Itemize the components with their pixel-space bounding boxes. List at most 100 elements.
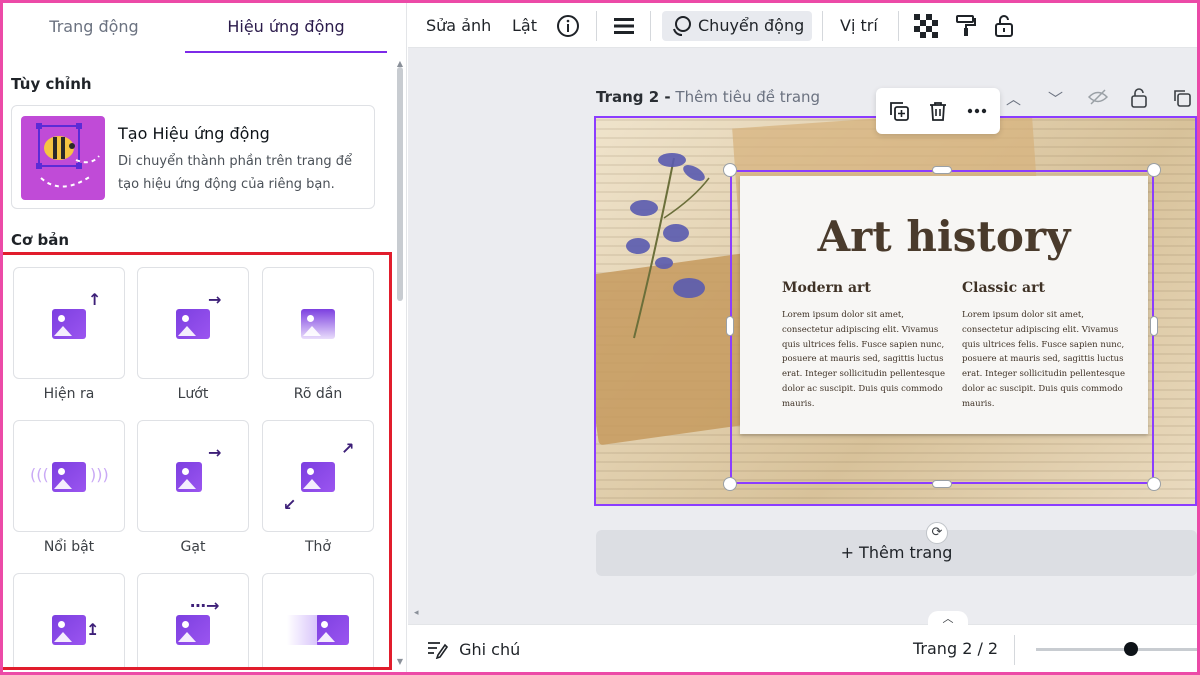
resize-handle[interactable] [932, 480, 952, 488]
toolbar-separator [898, 11, 899, 41]
canvas-horizontal-scrollbar[interactable]: ◂ [408, 608, 1197, 624]
toolbar-separator [650, 11, 651, 41]
editor-toolbar: Sửa ảnh Lật Chuyển động Vị trí [408, 3, 1197, 48]
paint-roller-icon[interactable] [954, 11, 978, 41]
lock-icon[interactable] [992, 11, 1016, 41]
scrollbar-thumb[interactable] [397, 67, 403, 301]
tab-element-animations[interactable]: Hiệu ứng động [185, 3, 387, 53]
toolbar-separator [596, 11, 597, 41]
expand-pages-icon[interactable]: ︿ [928, 611, 968, 625]
animation-wipe-tile[interactable]: → [137, 420, 249, 532]
animation-baseline-tile[interactable]: ↥ [13, 573, 125, 667]
position-button[interactable]: Vị trí [840, 11, 878, 41]
create-animation-title: Tạo Hiệu ứng động [118, 124, 270, 143]
motion-icon [673, 16, 691, 36]
edit-photo-button[interactable]: Sửa ảnh [426, 11, 491, 41]
scroll-left-icon[interactable]: ◂ [414, 608, 419, 618]
info-icon[interactable] [556, 11, 580, 41]
animation-panel: Trang động Hiệu ứng động Tùy chỉnh Tạo H… [3, 3, 407, 672]
animation-drift-tile[interactable]: ⋯→ [137, 573, 249, 667]
motion-trail-icon [287, 615, 317, 645]
menu-icon[interactable] [612, 11, 636, 41]
duplicate-icon[interactable] [888, 100, 910, 122]
image-icon [52, 462, 86, 492]
image-icon [52, 309, 86, 339]
resize-handle[interactable] [1147, 477, 1161, 491]
basic-section-title: Cơ bản [11, 231, 70, 249]
delete-icon[interactable] [927, 100, 949, 122]
image-icon [176, 462, 202, 492]
hide-eye-icon[interactable] [1087, 88, 1109, 110]
page-lock-icon[interactable] [1130, 88, 1148, 112]
transparency-icon[interactable] [914, 11, 938, 41]
animation-breathe-tile[interactable]: ↗ ↙ [262, 420, 374, 532]
animation-label: Nổi bật [43, 539, 95, 555]
arrow-right-icon: → [208, 290, 222, 309]
arrow-expand-icon: ↗ [341, 439, 355, 458]
chevron-up-icon[interactable]: ︿ [1006, 88, 1021, 109]
chevron-down-icon[interactable]: ﹀ [1048, 88, 1063, 109]
resize-handle[interactable] [723, 477, 737, 491]
animation-tumble-tile[interactable] [262, 573, 374, 667]
bottom-bar: ︿ Ghi chú Trang 2 / 2 [408, 611, 1197, 672]
animation-label: Lướt [177, 386, 209, 402]
dried-flower-image [626, 153, 710, 339]
rotate-icon[interactable]: ⟳ [926, 522, 948, 544]
page-label: Trang 2 - [596, 88, 671, 106]
page-title[interactable]: Trang 2 - Thêm tiêu đề trang [596, 88, 820, 106]
pulse-left-icon: ((( [30, 465, 49, 484]
page-title-placeholder[interactable]: Thêm tiêu đề trang [675, 88, 820, 106]
bottom-separator [1014, 635, 1015, 665]
arrow-right-icon: → [208, 443, 222, 462]
resize-handle[interactable] [932, 166, 952, 174]
motion-button[interactable]: Chuyển động [662, 11, 813, 41]
image-icon [52, 615, 86, 645]
design-canvas: Trang 2 - Thêm tiêu đề trang ︿ ﹀ Art his… [408, 48, 1197, 624]
duplicate-page-icon[interactable] [1172, 88, 1192, 112]
arrow-up-bar-icon: ↥ [86, 620, 100, 639]
image-icon [176, 309, 210, 339]
animation-label: Rõ dần [293, 386, 343, 402]
custom-section-title: Tùy chỉnh [11, 75, 92, 93]
zoom-slider-thumb[interactable] [1124, 642, 1138, 656]
image-icon [315, 615, 349, 645]
tab-page-animations[interactable]: Trang động [3, 3, 185, 53]
bee-animation-icon [21, 116, 105, 200]
panel-scrollbar[interactable]: ▲ ▼ [396, 59, 404, 666]
image-icon [301, 462, 335, 492]
animation-pop-tile[interactable]: ((( ))) [13, 420, 125, 532]
animation-label: Thở [305, 539, 331, 555]
arrow-up-icon: ↑ [88, 290, 102, 309]
pulse-right-icon: ))) [90, 465, 109, 484]
scroll-down-icon[interactable]: ▼ [396, 657, 404, 666]
notes-icon [428, 642, 449, 660]
resize-handle[interactable] [726, 316, 734, 336]
toolbar-separator [822, 11, 823, 41]
flip-button[interactable]: Lật [512, 11, 537, 41]
basic-animations-grid: ↑ Hiện ra → Lướt Rõ dần ((( ))) Nổi bật … [3, 252, 392, 670]
panel-tabs: Trang động Hiệu ứng động [3, 3, 406, 53]
image-icon [176, 615, 210, 645]
animation-pan-tile[interactable]: → [137, 267, 249, 379]
create-animation-description: Di chuyển thành phần trên trang để tạo h… [118, 154, 352, 192]
animation-label: Gạt [180, 539, 206, 555]
more-options-icon[interactable] [966, 100, 988, 122]
notes-label: Ghi chú [459, 640, 521, 659]
page-indicator[interactable]: Trang 2 / 2 [913, 639, 998, 658]
animation-rise-tile[interactable]: ↑ [13, 267, 125, 379]
animation-label: Hiện ra [43, 386, 95, 402]
zoom-slider-track[interactable] [1036, 648, 1197, 651]
notes-button[interactable]: Ghi chú [426, 639, 521, 660]
fading-image-icon [301, 309, 335, 339]
animation-fade-tile[interactable] [262, 267, 374, 379]
element-context-toolbar [876, 88, 1000, 134]
add-page-button[interactable]: + Thêm trang [596, 530, 1197, 576]
resize-handle[interactable] [1147, 163, 1161, 177]
selection-box[interactable] [730, 170, 1154, 484]
resize-handle[interactable] [723, 163, 737, 177]
arrow-right-dotted-icon: ⋯→ [190, 596, 220, 615]
create-animation-card[interactable]: Tạo Hiệu ứng động Di chuyển thành phần t… [11, 105, 375, 209]
design-page[interactable]: Art history Modern art Classic art Lorem… [594, 116, 1197, 506]
resize-handle[interactable] [1150, 316, 1158, 336]
arrow-shrink-icon: ↙ [283, 495, 297, 514]
